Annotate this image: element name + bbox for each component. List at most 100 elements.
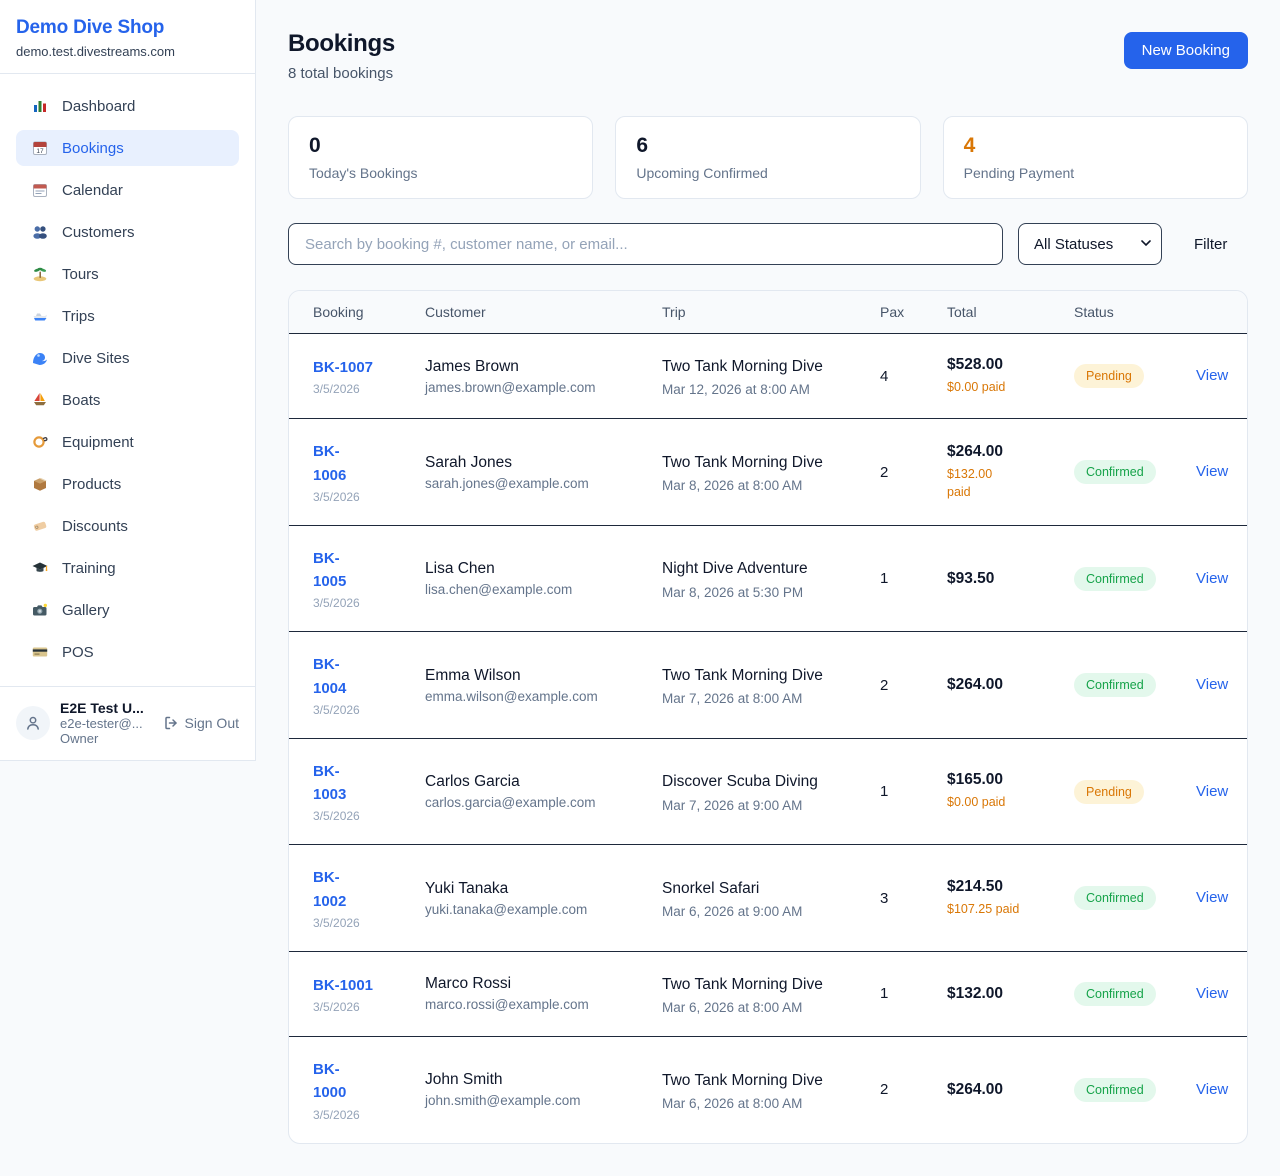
- view-cell: View: [1180, 419, 1247, 526]
- booking-link[interactable]: BK-1007: [313, 356, 393, 379]
- view-link[interactable]: View: [1196, 570, 1228, 587]
- sidebar-item-training[interactable]: Training: [16, 550, 239, 586]
- sidebar-item-dive-sites[interactable]: Dive Sites: [16, 340, 239, 376]
- table-row: BK- 10053/5/2026Lisa Chenlisa.chen@examp…: [289, 525, 1247, 632]
- booking-cell: BK- 10043/5/2026: [289, 632, 409, 739]
- trip-date: Mar 6, 2026 at 8:00 AM: [662, 1096, 848, 1111]
- user-name: E2E Test U...: [60, 700, 153, 716]
- pax-cell: 1: [864, 525, 931, 632]
- sidebar-user-section: E2E Test U... e2e-tester@... Owner Sign …: [0, 686, 255, 760]
- filter-button[interactable]: Filter: [1194, 236, 1227, 253]
- total-cell: $264.00: [931, 632, 1058, 739]
- booking-link[interactable]: BK- 1006: [313, 440, 393, 487]
- total-amount: $214.50: [947, 878, 1042, 896]
- booking-cell: BK- 1003 3/5/2026: [289, 738, 409, 845]
- view-link[interactable]: View: [1196, 463, 1228, 480]
- status-cell: Confirmed: [1058, 1037, 1180, 1143]
- search-input[interactable]: [288, 223, 1003, 265]
- column-header: [1180, 291, 1247, 334]
- sidebar-item-equipment[interactable]: Equipment: [16, 424, 239, 460]
- trip-date: Mar 7, 2026 at 9:00 AM: [662, 798, 848, 813]
- booking-link[interactable]: BK- 1005: [313, 547, 393, 594]
- view-link[interactable]: View: [1196, 889, 1228, 906]
- brand-title: Demo Dive Shop: [16, 17, 239, 39]
- booking-link[interactable]: BK- 1000: [313, 1058, 393, 1105]
- sidebar-item-gallery[interactable]: Gallery: [16, 592, 239, 628]
- equipment-mask-icon: [31, 433, 49, 451]
- view-link[interactable]: View: [1196, 783, 1228, 800]
- booking-date: 3/5/2026: [313, 809, 393, 823]
- view-cell: View: [1180, 525, 1247, 632]
- booking-date: 3/5/2026: [313, 1108, 393, 1122]
- status-badge: Confirmed: [1074, 567, 1156, 591]
- sidebar-item-pos[interactable]: POS: [16, 634, 239, 670]
- sidebar-item-label: Training: [62, 560, 116, 577]
- booking-link[interactable]: BK- 1002: [313, 866, 393, 913]
- pos-card-icon: [31, 643, 49, 661]
- sidebar-item-discounts[interactable]: Discounts: [16, 508, 239, 544]
- customer-email: yuki.tanaka@example.com: [425, 902, 630, 917]
- pax-cell: 3: [864, 845, 931, 952]
- paid-amount: $0.00 paid: [947, 793, 1042, 811]
- trip-name: Discover Scuba Diving: [662, 770, 848, 793]
- booking-link[interactable]: BK- 1003: [313, 760, 393, 807]
- new-booking-button[interactable]: New Booking: [1124, 32, 1248, 69]
- sidebar-item-dashboard[interactable]: Dashboard: [16, 88, 239, 124]
- total-cell: $264.00: [931, 1037, 1058, 1143]
- trip-date: Mar 6, 2026 at 9:00 AM: [662, 904, 848, 919]
- pax-cell: 1: [864, 738, 931, 845]
- status-cell: Confirmed: [1058, 951, 1180, 1036]
- sidebar-item-label: Discounts: [62, 518, 128, 535]
- filters-row: All Statuses Filter: [288, 223, 1248, 265]
- sign-out-label: Sign Out: [185, 715, 239, 731]
- customer-email: sarah.jones@example.com: [425, 476, 630, 491]
- sidebar-item-products[interactable]: Products: [16, 466, 239, 502]
- status-badge: Confirmed: [1074, 982, 1156, 1006]
- customer-cell: Marco Rossimarco.rossi@example.com: [409, 951, 646, 1036]
- sidebar-item-calendar[interactable]: Calendar: [16, 172, 239, 208]
- trip-date: Mar 6, 2026 at 8:00 AM: [662, 1000, 848, 1015]
- view-link[interactable]: View: [1196, 1081, 1228, 1098]
- main-content: Bookings 8 total bookings New Booking 0T…: [256, 0, 1280, 1176]
- booking-link[interactable]: BK- 1004: [313, 653, 393, 700]
- booking-link[interactable]: BK-1001: [313, 974, 393, 997]
- customer-name: Sarah Jones: [425, 454, 630, 472]
- total-cell: $93.50: [931, 525, 1058, 632]
- page-title: Bookings: [288, 30, 395, 58]
- bookings-table-card: BookingCustomerTripPaxTotalStatus BK-100…: [288, 290, 1248, 1144]
- sidebar-item-label: Customers: [62, 224, 135, 241]
- booking-cell: BK- 10063/5/2026: [289, 419, 409, 526]
- trip-name: Two Tank Morning Dive: [662, 973, 848, 996]
- sidebar-item-label: Boats: [62, 392, 100, 409]
- sidebar-item-customers[interactable]: Customers: [16, 214, 239, 250]
- pax-cell: 2: [864, 632, 931, 739]
- view-link[interactable]: View: [1196, 985, 1228, 1002]
- trip-name: Two Tank Morning Dive: [662, 451, 848, 474]
- training-cap-icon: [31, 559, 49, 577]
- trip-cell: Two Tank Morning DiveMar 6, 2026 at 8:00…: [646, 1037, 864, 1143]
- table-header-row: BookingCustomerTripPaxTotalStatus: [289, 291, 1247, 334]
- status-badge: Confirmed: [1074, 460, 1156, 484]
- view-link[interactable]: View: [1196, 676, 1228, 693]
- view-link[interactable]: View: [1196, 367, 1228, 384]
- user-role: Owner: [60, 731, 153, 746]
- sidebar-item-bookings[interactable]: 17Bookings: [16, 130, 239, 166]
- sidebar-item-boats[interactable]: Boats: [16, 382, 239, 418]
- sign-out-button[interactable]: Sign Out: [163, 715, 239, 731]
- booking-cell: BK- 1000 3/5/2026: [289, 1037, 409, 1143]
- trip-cell: Two Tank Morning DiveMar 7, 2026 at 8:00…: [646, 632, 864, 739]
- view-cell: View: [1180, 951, 1247, 1036]
- customer-cell: Sarah Jones sarah.jones@example.com: [409, 419, 646, 526]
- user-meta: E2E Test U... e2e-tester@... Owner: [60, 700, 153, 746]
- customer-email: emma.wilson@example.com: [425, 689, 630, 704]
- table-row: BK- 10023/5/2026Yuki Tanakayuki.tanaka@e…: [289, 845, 1247, 952]
- customer-cell: Lisa Chenlisa.chen@example.com: [409, 525, 646, 632]
- total-cell: $132.00: [931, 951, 1058, 1036]
- brand-domain: demo.test.divestreams.com: [16, 44, 239, 59]
- sidebar-item-label: Calendar: [62, 182, 123, 199]
- booking-cell: BK- 10053/5/2026: [289, 525, 409, 632]
- sidebar-item-tours[interactable]: Tours: [16, 256, 239, 292]
- sidebar-item-trips[interactable]: Trips: [16, 298, 239, 334]
- status-select[interactable]: All Statuses: [1018, 223, 1162, 265]
- status-badge: Confirmed: [1074, 673, 1156, 697]
